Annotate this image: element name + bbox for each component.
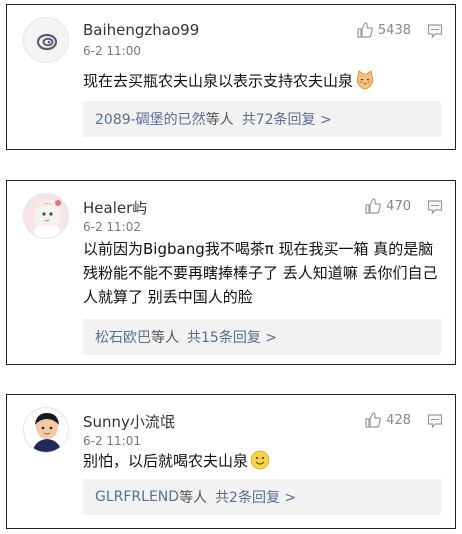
comment-card: Baihengzhao99 6-2 11:00 5438 现在去买瓶农夫山泉以表…	[6, 4, 456, 150]
comment-time: 6-2 11:00	[83, 44, 141, 58]
reply-count-link[interactable]: 共72条回复 >	[242, 109, 332, 129]
reply-users[interactable]: GLRFRLEND	[95, 489, 179, 505]
like-button[interactable]: 428	[364, 411, 411, 429]
reply-others-label: 等人	[151, 330, 179, 346]
comment-text-content: 别怕，以后就喝农夫山泉	[83, 452, 249, 470]
comment-text: 以前因为Bigbang我不喝茶π 现在我买一箱 真的是脑残粉能不能不要再瞎捧棒子…	[83, 240, 438, 306]
reply-summary[interactable]: GLRFRLEND 等人 共2条回复 >	[83, 479, 441, 515]
like-count: 470	[386, 198, 411, 214]
username[interactable]: Sunny小流氓	[83, 411, 175, 432]
child-photo-avatar-icon	[24, 408, 68, 452]
username[interactable]: Healer屿	[83, 197, 147, 218]
comment-time: 6-2 11:02	[83, 220, 141, 234]
speech-box-icon	[427, 24, 443, 39]
reply-count-link[interactable]: 共2条回复 >	[215, 487, 296, 507]
like-button[interactable]: 5438	[356, 21, 411, 39]
avatar[interactable]	[23, 407, 69, 453]
smile-emoji-icon	[250, 450, 270, 477]
comment-menu-button[interactable]	[427, 199, 443, 219]
comment-menu-button[interactable]	[427, 413, 443, 433]
comment-text: 现在去买瓶农夫山泉以表示支持农夫山泉	[83, 69, 441, 97]
thumbs-up-icon	[357, 22, 373, 38]
comment-text-content: 现在去买瓶农夫山泉以表示支持农夫山泉	[83, 72, 354, 90]
avatar[interactable]	[23, 193, 69, 239]
comment-menu-button[interactable]	[427, 23, 443, 43]
anime-character-avatar-icon	[24, 194, 68, 238]
comment-text: 别怕，以后就喝农夫山泉	[83, 449, 441, 477]
reply-summary[interactable]: 2089-碉堡的已然 等人 共72条回复 >	[83, 101, 441, 137]
comment-card: Healer屿 6-2 11:02 470 以前因为Bigbang我不喝茶π 现…	[6, 180, 456, 365]
reply-users[interactable]: 2089-碉堡的已然	[95, 109, 206, 129]
avatar[interactable]	[23, 17, 69, 63]
like-count: 428	[386, 412, 411, 428]
like-button[interactable]: 470	[364, 197, 411, 215]
speech-box-icon	[427, 414, 443, 429]
thumbs-up-icon	[365, 198, 382, 214]
reply-count-link[interactable]: 共15条回复 >	[187, 327, 277, 347]
comment-card: Sunny小流氓 6-2 11:01 428 别怕，以后就喝农夫山泉 GLRFR…	[6, 394, 456, 529]
comment-time: 6-2 11:01	[83, 434, 141, 448]
thumbs-up-icon	[365, 412, 382, 428]
swirl-avatar-icon	[36, 33, 58, 51]
reply-others-label: 等人	[179, 490, 208, 506]
like-count: 5438	[377, 22, 411, 38]
cat-face-emoji-icon	[355, 70, 375, 97]
reply-others-label: 等人	[205, 112, 234, 128]
speech-box-icon	[427, 200, 443, 215]
reply-users[interactable]: 松石欧巴	[95, 327, 151, 347]
username[interactable]: Baihengzhao99	[83, 21, 199, 39]
reply-summary[interactable]: 松石欧巴 等人 共15条回复 >	[83, 319, 441, 355]
